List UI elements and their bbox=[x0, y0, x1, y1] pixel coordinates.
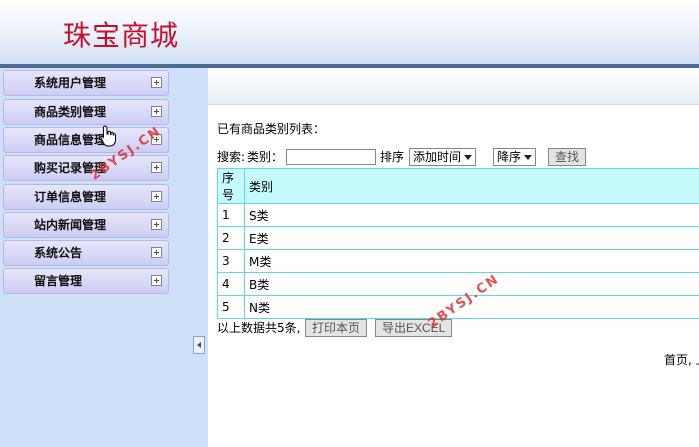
sidebar-item-messages[interactable]: 留言管理 bbox=[3, 268, 169, 294]
header: 珠宝商城 bbox=[0, 0, 699, 65]
table-row[interactable]: 3 M类 bbox=[217, 249, 699, 273]
column-header-category: 类别 bbox=[244, 168, 699, 204]
sidebar-item-label: 站内新闻管理 bbox=[34, 218, 107, 232]
sidebar-item-system-users[interactable]: 系统用户管理 bbox=[3, 70, 169, 96]
hand-cursor-icon bbox=[100, 125, 116, 147]
table-footer: 以上数据共5条, 打印本页 导出EXCEL bbox=[217, 319, 697, 339]
sidebar: 系统用户管理 商品类别管理 商品信息管理 购买记录管理 订单信息管理 站内新闻管… bbox=[0, 68, 190, 447]
list-title: 已有商品类别列表： bbox=[217, 122, 326, 136]
site-title: 珠宝商城 bbox=[63, 19, 180, 52]
plus-icon[interactable] bbox=[151, 219, 162, 230]
plus-icon[interactable] bbox=[151, 275, 162, 286]
search-bar: 搜索: 类别： 排序 添加时间 降序 查找 bbox=[217, 148, 697, 168]
table-header-row: 序号 类别 bbox=[217, 168, 699, 204]
category-label: 类别： bbox=[247, 150, 284, 164]
print-button[interactable]: 打印本页 bbox=[305, 319, 368, 337]
plus-icon[interactable] bbox=[151, 247, 162, 258]
row-no: 3 bbox=[217, 249, 245, 273]
main-topbar bbox=[208, 68, 699, 105]
row-no: 4 bbox=[217, 272, 245, 296]
sort-order-select[interactable]: 降序 bbox=[493, 148, 537, 166]
sort-order-value: 降序 bbox=[497, 150, 522, 164]
sidebar-item-label: 系统用户管理 bbox=[34, 76, 107, 90]
main-content: 已有商品类别列表： 搜索: 类别： 排序 添加时间 降序 查找 序号 类别 1 … bbox=[208, 68, 699, 447]
collapse-arrow-icon[interactable] bbox=[193, 336, 205, 354]
sidebar-item-label: 商品类别管理 bbox=[34, 105, 107, 119]
row-category: E类 bbox=[244, 226, 699, 250]
sort-label: 排序 bbox=[380, 150, 405, 164]
plus-icon[interactable] bbox=[151, 191, 162, 202]
plus-icon[interactable] bbox=[151, 162, 162, 173]
sidebar-item-label: 商品信息管理 bbox=[34, 133, 107, 147]
row-no: 1 bbox=[217, 203, 245, 227]
sidebar-item-label: 订单信息管理 bbox=[34, 190, 107, 204]
column-header-no: 序号 bbox=[217, 168, 245, 204]
row-category: M类 bbox=[244, 249, 699, 273]
row-category: S类 bbox=[244, 203, 699, 227]
sidebar-item-label: 留言管理 bbox=[34, 274, 83, 288]
plus-icon[interactable] bbox=[151, 106, 162, 117]
search-label: 搜索: bbox=[217, 150, 246, 164]
table-row[interactable]: 4 B类 bbox=[217, 272, 699, 296]
sidebar-item-category[interactable]: 商品类别管理 bbox=[3, 99, 169, 125]
category-search-input[interactable] bbox=[286, 149, 376, 165]
sidebar-item-news[interactable]: 站内新闻管理 bbox=[3, 212, 169, 238]
sidebar-item-purchase-records[interactable]: 购买记录管理 bbox=[3, 155, 169, 181]
sidebar-splitter[interactable] bbox=[190, 68, 208, 447]
sort-field-value: 添加时间 bbox=[413, 150, 462, 164]
row-no: 5 bbox=[217, 295, 245, 319]
pagination[interactable]: 首页, 上 bbox=[664, 351, 699, 368]
table-row[interactable]: 1 S类 bbox=[217, 203, 699, 227]
record-summary: 以上数据共5条, bbox=[217, 321, 301, 335]
sidebar-item-label: 系统公告 bbox=[34, 246, 83, 260]
sidebar-item-announcements[interactable]: 系统公告 bbox=[3, 240, 169, 266]
plus-icon[interactable] bbox=[151, 77, 162, 88]
row-no: 2 bbox=[217, 226, 245, 250]
sort-field-select[interactable]: 添加时间 bbox=[409, 148, 477, 166]
sidebar-item-orders[interactable]: 订单信息管理 bbox=[3, 184, 169, 210]
table-row[interactable]: 2 E类 bbox=[217, 226, 699, 250]
search-button[interactable]: 查找 bbox=[548, 148, 587, 166]
